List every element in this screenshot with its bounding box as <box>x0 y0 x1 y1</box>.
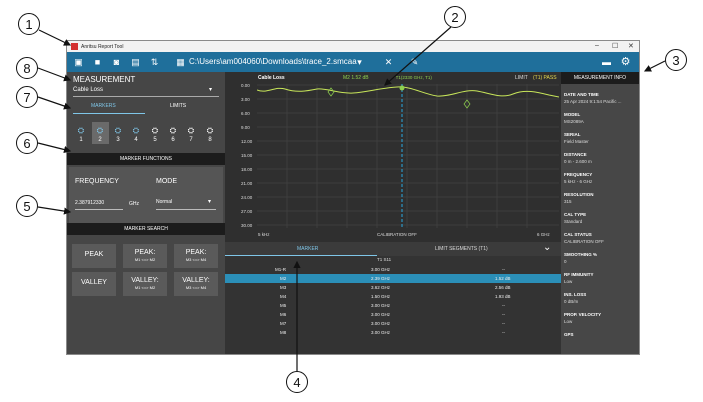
callout-4: 4 <box>286 371 308 393</box>
callout-leader-3 <box>643 60 666 72</box>
callout-leader-6 <box>37 142 72 154</box>
callout-lines <box>37 26 666 371</box>
callout-leader-2 <box>384 26 452 86</box>
callout-leader-1 <box>38 29 72 46</box>
callout-5: 5 <box>16 195 38 217</box>
callout-leader-8 <box>37 67 72 82</box>
callout-6: 6 <box>16 132 38 154</box>
callout-3: 3 <box>665 49 687 71</box>
callout-7: 7 <box>16 86 38 108</box>
callout-leader-7 <box>37 96 72 110</box>
callout-leader-5 <box>37 206 72 215</box>
callout-1: 1 <box>18 13 40 35</box>
callout-2: 2 <box>444 6 466 28</box>
callout-8: 8 <box>16 57 38 79</box>
